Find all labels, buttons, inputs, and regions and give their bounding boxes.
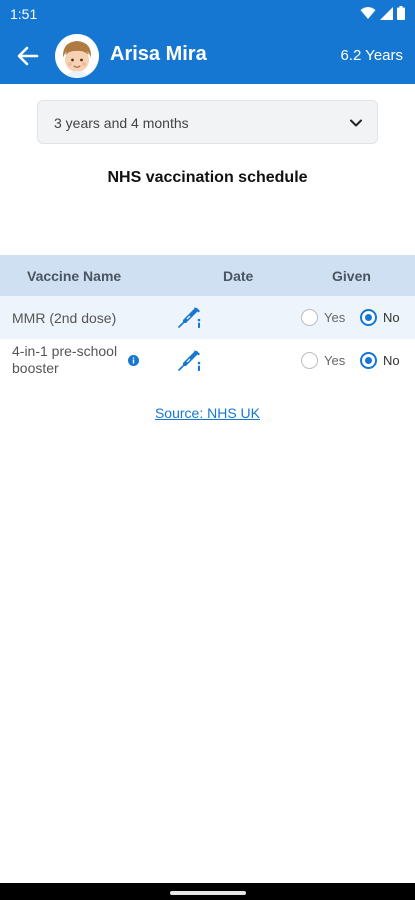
- age-dropdown[interactable]: 3 years and 4 months: [37, 100, 378, 144]
- table-row: 4-in-1 pre-school booster Yes No: [0, 339, 415, 382]
- table-row: MMR (2nd dose) Yes No: [0, 296, 415, 339]
- vaccination-table: Vaccine Name Date Given MMR (2nd dose) Y…: [0, 255, 415, 382]
- radio-label-yes: Yes: [324, 353, 346, 368]
- signal-icon: [380, 6, 393, 20]
- age-dropdown-value: 3 years and 4 months: [54, 115, 189, 131]
- schedule-title: NHS vaccination schedule: [107, 169, 308, 186]
- navigation-bar: [0, 883, 415, 900]
- source-link[interactable]: Source: NHS UK: [0, 405, 415, 421]
- radio-circle: [301, 352, 318, 369]
- radio-circle-checked: [360, 352, 377, 369]
- battery-icon: [397, 6, 405, 20]
- avatar[interactable]: [55, 34, 99, 78]
- radio-label-no: No: [383, 310, 400, 325]
- set-date-button[interactable]: [178, 350, 202, 372]
- status-icons: [360, 6, 405, 20]
- syringe-icon: [178, 350, 201, 371]
- column-header-date: Date: [223, 268, 254, 284]
- column-header-vaccine-name: Vaccine Name: [27, 268, 122, 284]
- radio-circle-checked: [360, 309, 377, 326]
- status-time: 1:51: [10, 6, 38, 22]
- arrow-left-icon: [17, 46, 39, 66]
- status-bar: 1:51: [0, 0, 415, 28]
- vaccine-name: MMR (2nd dose): [12, 310, 117, 326]
- syringe-icon: [178, 307, 201, 328]
- info-icon[interactable]: [128, 355, 139, 366]
- app-bar: Arisa Mira 6.2 Years: [0, 28, 415, 84]
- radio-label-no: No: [383, 353, 400, 368]
- back-button[interactable]: [14, 42, 42, 70]
- given-no-radio[interactable]: No: [360, 352, 400, 369]
- vaccine-name: 4-in-1 pre-school booster: [12, 343, 118, 376]
- set-date-button[interactable]: [178, 307, 202, 329]
- radio-circle: [301, 309, 318, 326]
- child-age: 6.2 Years: [340, 47, 403, 64]
- child-avatar-icon: [55, 34, 99, 78]
- given-no-radio[interactable]: No: [360, 309, 400, 326]
- child-name: Arisa Mira: [110, 43, 207, 65]
- chevron-down-icon: [350, 119, 362, 127]
- given-yes-radio[interactable]: Yes: [301, 309, 345, 326]
- radio-label-yes: Yes: [324, 310, 346, 325]
- table-header: Vaccine Name Date Given: [0, 255, 415, 296]
- column-header-given: Given: [332, 268, 371, 284]
- home-gesture-handle[interactable]: [170, 891, 246, 895]
- wifi-icon: [360, 7, 376, 19]
- given-yes-radio[interactable]: Yes: [301, 352, 345, 369]
